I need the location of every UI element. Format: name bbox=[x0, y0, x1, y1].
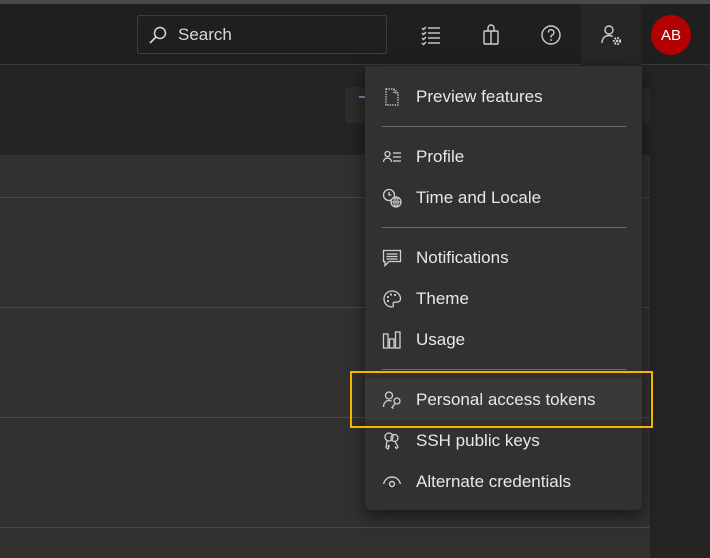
menu-item-label: Time and Locale bbox=[416, 187, 542, 207]
marketplace-icon bbox=[483, 23, 499, 45]
right-panel bbox=[650, 66, 710, 558]
menu-item-notifications[interactable]: Notifications bbox=[365, 237, 642, 278]
contact-card-icon bbox=[382, 147, 402, 167]
user-settings-menu: Preview features Profile Time and Locale… bbox=[365, 66, 642, 510]
menu-item-label: Notifications bbox=[416, 247, 509, 267]
menu-item-time-and-locale[interactable]: Time and Locale bbox=[365, 177, 642, 218]
work-items-button[interactable] bbox=[409, 4, 453, 65]
menu-item-personal-access-tokens[interactable]: Personal access tokens bbox=[365, 379, 642, 420]
user-settings-icon bbox=[601, 24, 622, 45]
help-button[interactable] bbox=[529, 4, 573, 65]
person-key-icon bbox=[382, 390, 402, 410]
menu-item-label: Personal access tokens bbox=[416, 389, 596, 409]
comment-icon bbox=[382, 248, 402, 268]
palette-icon bbox=[382, 289, 402, 309]
menu-separator bbox=[382, 227, 626, 228]
bar-chart-icon bbox=[382, 330, 402, 350]
help-icon bbox=[541, 24, 561, 45]
work-items-icon bbox=[421, 26, 440, 45]
menu-item-profile[interactable]: Profile bbox=[365, 136, 642, 177]
menu-separator bbox=[382, 369, 626, 370]
menu-item-alternate-credentials[interactable]: Alternate credentials bbox=[365, 461, 642, 502]
menu-item-label: Preview features bbox=[416, 86, 543, 106]
keys-icon bbox=[382, 431, 402, 451]
row-divider bbox=[0, 527, 650, 528]
search-placeholder: Search bbox=[178, 24, 232, 44]
menu-item-theme[interactable]: Theme bbox=[365, 278, 642, 319]
menu-item-label: Alternate credentials bbox=[416, 471, 571, 491]
eye-icon bbox=[382, 472, 402, 492]
menu-item-usage[interactable]: Usage bbox=[365, 319, 642, 360]
document-icon bbox=[382, 87, 402, 107]
menu-item-label: Profile bbox=[416, 146, 465, 166]
user-settings-button[interactable] bbox=[581, 4, 641, 65]
menu-item-ssh-public-keys[interactable]: SSH public keys bbox=[365, 420, 642, 461]
menu-item-preview-features[interactable]: Preview features bbox=[365, 76, 642, 117]
marketplace-button[interactable] bbox=[469, 4, 513, 65]
menu-item-label: Theme bbox=[416, 288, 469, 308]
search-box[interactable]: Search bbox=[137, 15, 387, 54]
avatar[interactable]: AB bbox=[651, 15, 691, 55]
menu-item-label: SSH public keys bbox=[416, 430, 540, 450]
menu-separator bbox=[382, 126, 626, 127]
top-header: Search AB bbox=[0, 4, 710, 65]
menu-item-label: Usage bbox=[416, 329, 466, 349]
time-globe-icon bbox=[382, 188, 402, 208]
search-icon bbox=[149, 26, 167, 44]
